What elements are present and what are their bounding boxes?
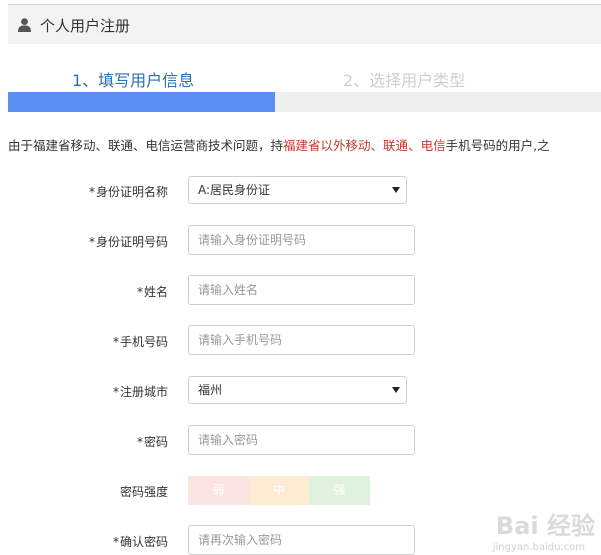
notice-highlight: 福建省以外移动	[283, 138, 371, 153]
password-label: *密码	[28, 433, 168, 450]
notice-part: 之	[537, 138, 550, 153]
name-placeholder: 请输入姓名	[198, 283, 259, 297]
required-mark: *	[112, 335, 119, 349]
confirm-password-input[interactable]: 请再次输入密码	[188, 525, 415, 555]
city-label: *注册城市	[28, 383, 168, 400]
page-header: 个人用户注册	[8, 4, 601, 44]
name-label-text: 姓名	[143, 285, 168, 299]
step-progress-bar	[8, 92, 601, 112]
notice-text: 由于福建省移动、联通、电信运营商技术问题，持福建省以外移动、联通、电信手机号码的…	[8, 135, 601, 155]
watermark-url: jingyan.baidu.com	[492, 542, 585, 553]
strength-strong: 强	[309, 476, 371, 505]
phone-label: *手机号码	[28, 333, 168, 350]
password-input[interactable]: 请输入密码	[188, 425, 415, 455]
password-strength-meter: 弱 中 强	[188, 476, 371, 505]
required-mark: *	[88, 185, 95, 199]
name-input[interactable]: 请输入姓名	[188, 275, 415, 305]
required-mark: *	[112, 385, 119, 399]
notice-part: 手机号码的用户,	[445, 138, 538, 153]
confirm-placeholder: 请再次输入密码	[198, 533, 283, 547]
step-progress-fill	[8, 92, 275, 112]
user-icon	[18, 18, 31, 32]
notice-highlight: 、	[408, 138, 421, 153]
phone-label-text: 手机号码	[119, 335, 168, 349]
phone-placeholder: 请输入手机号码	[198, 333, 283, 347]
city-select[interactable]: 福州	[188, 376, 407, 404]
city-value: 福州	[198, 383, 223, 397]
password-placeholder: 请输入密码	[198, 433, 259, 447]
name-label: *姓名	[28, 283, 168, 300]
step-2-label: 2、选择用户类型	[343, 71, 466, 90]
dropdown-arrow-icon	[392, 387, 400, 393]
id-number-input[interactable]: 请输入身份证明号码	[188, 225, 415, 255]
strength-medium: 中	[248, 476, 310, 505]
id-type-value: A:居民身份证	[198, 183, 271, 197]
id-number-label: *身份证明号码	[28, 233, 168, 250]
password-label-text: 密码	[143, 435, 168, 449]
phone-input[interactable]: 请输入手机号码	[188, 325, 415, 355]
notice-part: 由于福建省移动、联通、电信运营商技术问题，持	[8, 138, 284, 153]
notice-highlight: 、	[370, 138, 384, 153]
confirm-label-text: 确认密码	[119, 535, 168, 549]
required-mark: *	[112, 535, 119, 549]
id-type-select[interactable]: A:居民身份证	[188, 176, 407, 204]
notice-highlight: 联通	[383, 138, 409, 153]
watermark-logo: Bai 经验	[495, 512, 595, 540]
step-1-label: 1、填写用户信息	[72, 71, 195, 90]
strength-label: 密码强度	[119, 485, 168, 499]
strength-weak: 弱	[188, 476, 249, 505]
city-label-text: 注册城市	[119, 385, 168, 399]
page-title: 个人用户注册	[40, 17, 131, 35]
confirm-label: *确认密码	[28, 533, 168, 550]
required-mark: *	[88, 235, 95, 249]
dropdown-arrow-icon	[392, 187, 400, 193]
required-mark: *	[136, 285, 143, 299]
notice-highlight: 电信	[420, 138, 446, 153]
id-type-label-text: 身份证明名称	[95, 185, 168, 199]
id-type-label: *身份证明名称	[28, 183, 168, 200]
id-number-placeholder: 请输入身份证明号码	[198, 233, 307, 247]
id-number-label-text: 身份证明号码	[95, 235, 168, 249]
required-mark: *	[136, 435, 143, 449]
